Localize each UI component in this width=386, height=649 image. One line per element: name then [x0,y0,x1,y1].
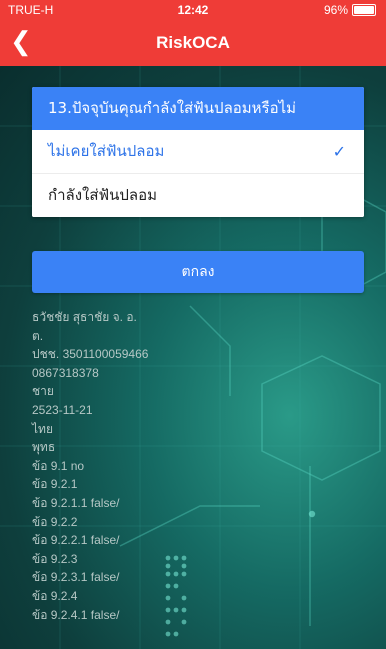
ok-button[interactable]: ตกลง [32,251,364,293]
option-never-worn-dentures[interactable]: ไม่เคยใส่ฟันปลอม ✓ [32,130,364,174]
info-line: ต. [32,328,44,343]
info-line: ข้อ 9.2.1.1 false/ [32,495,120,510]
info-line: ข้อ 9.2.2.1 false/ [32,533,120,548]
status-bar: TRUE-H 12:42 96% [0,0,386,20]
question-card: 13.ปัจจุบันคุณกำลังใส่ฟันปลอมหรือไม่ ไม่… [32,87,364,217]
page-title: RiskOCA [156,33,230,52]
info-line: ข้อ 9.2.1 [32,477,78,492]
battery-indicator: 96% [324,3,376,17]
info-line: ข้อ 9.2.2 [32,514,78,529]
info-line: ข้อ 9.2.3 [32,551,78,566]
info-line: ข้อ 9.1 no [32,458,85,473]
nav-bar: ❮ RiskOCA [0,20,386,66]
option-label: กำลังใส่ฟันปลอม [48,186,157,204]
option-wearing-dentures[interactable]: กำลังใส่ฟันปลอม [32,174,364,217]
option-label: ไม่เคยใส่ฟันปลอม [48,142,165,160]
info-line: พุทธ [32,440,56,455]
info-line: ไทย [32,421,53,436]
info-line: ธวัชชัย สุธาชัย จ. อ. [32,310,137,324]
info-line: ข้อ 9.2.4 [32,588,78,603]
question-title: 13.ปัจจุบันคุณกำลังใส่ฟันปลอมหรือไม่ [32,87,364,130]
check-icon: ✓ [332,142,346,161]
battery-percent: 96% [323,3,348,17]
info-line: ข้อ 9.2.4.1 false/ [32,607,120,622]
info-line: ปชช. 3501100059466 [32,347,149,362]
info-line: ชาย [32,384,54,399]
info-line: ข้อ 9.2.3.1 false/ [32,570,120,585]
info-line: 2523-11-21 [32,402,93,417]
patient-info-list: ธวัชชัย สุธาชัย จ. อ. ต. ปชช. 350110005946… [32,308,148,624]
info-line: 0867318378 [32,365,99,380]
battery-icon [352,4,376,16]
